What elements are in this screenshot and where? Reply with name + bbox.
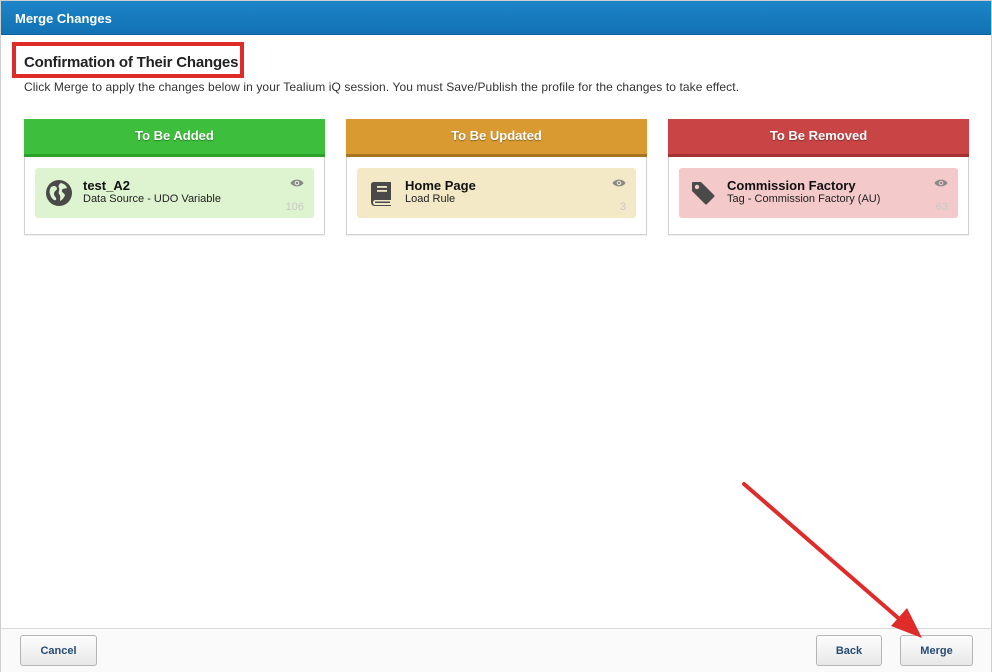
change-item-count: 63 [935,201,948,213]
change-item-count: 3 [619,201,626,213]
merge-changes-dialog: Merge Changes Confirmation of Their Chan… [0,0,992,672]
dialog-footer: Cancel Back Merge [1,628,991,672]
change-item-title: Home Page [405,178,476,193]
merge-description: Click Merge to apply the changes below i… [24,80,740,94]
panel-header-added: To Be Added [24,119,325,157]
red-arrow-annotation [742,482,922,638]
cancel-button[interactable]: Cancel [20,635,97,666]
panel-to-be-updated: To Be Updated Home Page Load Rule 3 [346,119,647,235]
change-item-removed[interactable]: Commission Factory Tag - Commission Fact… [679,168,958,218]
eye-icon[interactable] [290,178,304,188]
change-item-subtitle: Load Rule [405,193,456,205]
change-item-title: Commission Factory [727,178,856,193]
globe-icon [46,180,72,206]
panel-to-be-removed: To Be Removed Commission Factory Tag - C… [668,119,969,235]
change-item-title: test_A2 [83,178,130,193]
eye-icon[interactable] [934,178,948,188]
panel-to-be-added: To Be Added test_A2 Data Source - UDO Va… [24,119,325,235]
eye-icon[interactable] [612,178,626,188]
dialog-titlebar: Merge Changes [1,1,991,35]
change-item-updated[interactable]: Home Page Load Rule 3 [357,168,636,218]
merge-button[interactable]: Merge [900,635,973,666]
book-icon [371,182,391,206]
page-heading: Confirmation of Their Changes [24,54,239,71]
change-item-subtitle: Tag - Commission Factory (AU) [727,193,881,205]
tag-icon [692,182,715,205]
back-button[interactable]: Back [816,635,882,666]
change-item-subtitle: Data Source - UDO Variable [83,193,221,205]
change-item-count: 106 [285,201,304,213]
change-item-added[interactable]: test_A2 Data Source - UDO Variable 106 [35,168,314,218]
dialog-title: Merge Changes [15,11,112,26]
panel-header-updated: To Be Updated [346,119,647,157]
panel-header-removed: To Be Removed [668,119,969,157]
